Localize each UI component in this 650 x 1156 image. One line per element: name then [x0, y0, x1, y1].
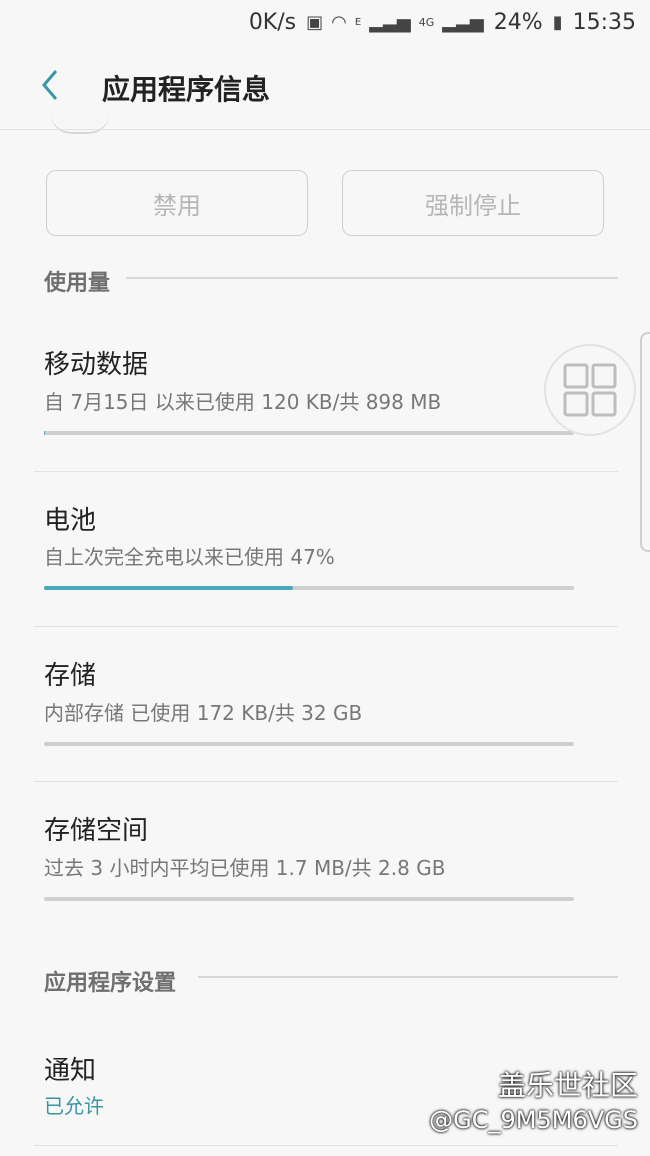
battery-saver-icon: ▣ — [306, 11, 324, 33]
storage-progress — [44, 742, 574, 746]
memory-title[interactable]: 存储空间 — [44, 810, 148, 847]
battery-progress — [44, 586, 574, 590]
mobile-data-progress-fill — [44, 431, 45, 435]
disable-button[interactable]: 禁用 — [46, 170, 308, 236]
app-settings-section-header: 应用程序设置 — [44, 971, 177, 996]
usage-section-header: 使用量 — [44, 271, 111, 296]
battery-percent: 24% — [493, 9, 543, 35]
network-type-label: 4G — [418, 15, 435, 29]
clock: 15:35 — [572, 9, 636, 35]
app-settings-section-divider — [198, 976, 618, 978]
mobile-data-progress — [44, 431, 574, 435]
back-arrow-icon — [42, 70, 58, 100]
storage-subtitle: 内部存储 已使用 172 KB/共 32 GB — [44, 701, 363, 725]
divider — [34, 626, 618, 627]
mobile-data-title[interactable]: 移动数据 — [44, 344, 148, 381]
storage-title[interactable]: 存储 — [44, 655, 96, 692]
usage-section-divider — [126, 277, 618, 279]
page-title: 应用程序信息 — [102, 73, 271, 106]
notifications-title[interactable]: 通知 — [44, 1050, 96, 1087]
wifi-icon: ◠ — [331, 11, 347, 33]
app-icon-edge — [50, 112, 110, 134]
multiwindow-icon — [563, 363, 617, 417]
back-button[interactable] — [36, 68, 64, 102]
network-speed: 0K/s — [248, 9, 297, 35]
notifications-status: 已允许 — [44, 1094, 104, 1118]
battery-progress-fill — [44, 586, 294, 590]
multiwindow-button[interactable] — [544, 344, 636, 436]
memory-progress — [44, 897, 574, 901]
network-small-label: E — [354, 16, 362, 28]
divider — [34, 1145, 618, 1146]
battery-title[interactable]: 电池 — [44, 500, 96, 537]
edge-panel-handle[interactable] — [640, 332, 650, 552]
battery-subtitle: 自上次完全充电以来已使用 47% — [44, 545, 335, 569]
signal-icon: ▂▃▅ — [369, 11, 411, 33]
battery-icon: ▮ — [552, 11, 563, 33]
watermark-title: 盖乐世社区 — [497, 1069, 638, 1102]
divider — [34, 781, 618, 782]
status-icons: ▣ ◠ E ▂▃▅ 4G ▂▃▅ — [306, 12, 484, 33]
memory-subtitle: 过去 3 小时内平均已使用 1.7 MB/共 2.8 GB — [44, 856, 446, 880]
force-stop-button[interactable]: 强制停止 — [342, 170, 604, 236]
status-bar: 0K/s ▣ ◠ E ▂▃▅ 4G ▂▃▅ 24% ▮ 15:35 — [0, 0, 650, 44]
mobile-data-subtitle: 自 7月15日 以来已使用 120 KB/共 898 MB — [44, 390, 442, 414]
watermark-handle: @GC_9M5M6VGS — [429, 1106, 638, 1134]
divider — [34, 471, 618, 472]
signal-icon-2: ▂▃▅ — [442, 11, 484, 33]
